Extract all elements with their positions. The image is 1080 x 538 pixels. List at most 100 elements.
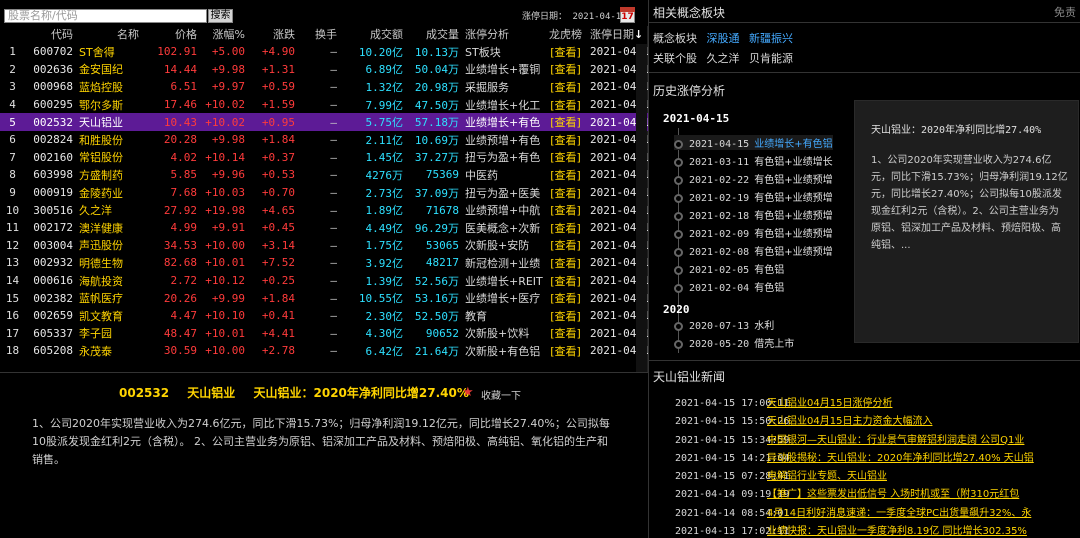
stock-name: 永茂泰 — [79, 344, 112, 358]
timeline-reason: 有色铝 — [754, 283, 785, 294]
col-header-analysis[interactable]: 涨停分析 — [462, 25, 544, 43]
table-row[interactable]: 15 002382 蓝帆医疗 20.26 +9.99 +1.84 — 10.55亿 53.16万… — [0, 289, 648, 307]
search-input[interactable]: 股票名称/代码 — [4, 9, 207, 23]
stock-change: +0.53 — [261, 168, 295, 182]
table-row[interactable]: 7 002160 常铝股份 4.02 +10.14 +0.37 — 1.45亿 37.27万 扭亏… — [0, 149, 648, 167]
table-row[interactable]: 17 605337 李子园 48.47 +10.01 +4.41 — 4.30亿 90652 次新… — [0, 325, 648, 343]
timeline-item[interactable]: 2020-07-13 水利 — [674, 317, 774, 332]
dragon-tiger-link[interactable]: [查看] — [544, 166, 590, 184]
table-row[interactable]: 4 600295 鄂尔多斯 17.46 +10.02 +1.59 — 7.99亿 47.50万业… — [0, 96, 648, 114]
dragon-tiger-link[interactable]: [查看] — [544, 289, 590, 307]
table-row[interactable]: 13 002932 明德生物 82.68 +10.01 +7.52 — 3.92亿 48217 新… — [0, 254, 648, 272]
calendar-icon[interactable]: 17 — [620, 7, 635, 23]
concept-tag[interactable]: 深股通 — [707, 32, 740, 45]
col-header-change[interactable]: 涨跌 — [248, 25, 298, 43]
favorite-button[interactable]: 收藏一下 — [481, 387, 521, 402]
dragon-tiger-link[interactable]: [查看] — [544, 307, 590, 325]
disclaimer-link[interactable]: 免责 — [1054, 4, 1076, 20]
news-item[interactable]: 2021-04-15 07:28:41电解铝行业专题、天山铝业 — [649, 467, 1080, 485]
table-row[interactable]: 6 002824 和胜股份 20.28 +9.98 +1.84 — 2.11亿 10.69万 业绩… — [0, 131, 648, 149]
col-header-change-pct[interactable]: 涨幅% — [200, 25, 248, 43]
dragon-tiger-link[interactable]: [查看] — [544, 149, 590, 167]
limit-analysis: 次新股+安防 — [465, 239, 530, 253]
dragon-tiger-link[interactable]: [查看] — [544, 131, 590, 149]
news-link[interactable]: 【推广】这些票发出低信号 入场时机或至（附310元红包 — [767, 489, 1019, 500]
news-item[interactable]: 2021-04-14 08:54:014月14日利好消息速递：一季度全球PC出货… — [649, 504, 1080, 522]
related-stock-link[interactable]: 久之洋 — [707, 52, 740, 65]
table-row[interactable]: 11 002172 澳洋健康 4.99 +9.91 +0.45 — 4.49亿 96.29万 医美… — [0, 219, 648, 237]
news-item[interactable]: 2021-04-15 15:34:59中国银河—天山铝业：行业景气审解铝利润走阔… — [649, 431, 1080, 449]
table-scrollbar[interactable] — [636, 44, 647, 372]
dragon-tiger-link[interactable]: [查看] — [544, 184, 590, 202]
dragon-tiger-link[interactable]: [查看] — [544, 43, 590, 61]
star-icon[interactable]: ★ — [462, 385, 474, 400]
news-link[interactable]: 中国银河—天山铝业：行业景气审解铝利润走阔 公司Q1业 — [767, 435, 1024, 446]
table-row[interactable]: 1 600702 ST舍得 102.91 +5.00 +4.90 — 10.20亿 10.13万… — [0, 43, 648, 61]
timeline-item[interactable]: 2021-03-11 有色铝+业绩增长 — [674, 153, 833, 168]
related-stock-link[interactable]: 贝肯能源 — [749, 52, 793, 65]
dragon-tiger-link[interactable]: [查看] — [544, 201, 590, 219]
table-row[interactable]: 14 000616 海航投资 2.72 +10.12 +0.25 — 1.39亿 52.56万业… — [0, 272, 648, 290]
dragon-tiger-link[interactable]: [查看] — [544, 219, 590, 237]
timeline-item[interactable]: 2021-02-08 有色铝+业绩预增 — [674, 243, 833, 258]
news-link[interactable]: 异动股揭秘：天山铝业：2020年净利同比增27.40% 天山铝 — [767, 453, 1034, 464]
news-item[interactable]: 2021-04-14 09:19:19【推广】这些票发出低信号 入场时机或至（附… — [649, 485, 1080, 503]
stock-amount: 6.42亿 — [365, 344, 404, 358]
news-link[interactable]: 天山铝业04月15日涨停分析 — [767, 398, 892, 409]
timeline-item[interactable]: 2021-02-04 有色铝 — [674, 279, 784, 294]
dragon-tiger-link[interactable]: [查看] — [544, 237, 590, 255]
timeline-item[interactable]: 2020-05-20 借壳上市 — [674, 335, 794, 350]
table-row[interactable]: 8 603998 方盛制药 5.85 +9.96 +0.53 — 4276万 75369 中医药 [… — [0, 166, 648, 184]
stock-name: 蓝焰控股 — [79, 80, 123, 94]
timeline-item[interactable]: 2021-02-22 有色铝+业绩预增 — [674, 171, 833, 186]
timeline-item[interactable]: 2021-02-18 有色铝+业绩预增 — [674, 207, 833, 222]
news-link[interactable]: 业绩快报：天山铝业一季度净利8.19亿 同比增长302.35% — [767, 526, 1027, 537]
news-item[interactable]: 2021-04-15 14:21:04异动股揭秘：天山铝业：2020年净利同比增… — [649, 449, 1080, 467]
stock-amount: 7.99亿 — [365, 98, 404, 112]
col-header-amount[interactable]: 成交额 — [340, 25, 406, 43]
col-header-limit-date[interactable]: 涨停日期↓ — [590, 25, 648, 43]
table-row[interactable]: 9 000919 金陵药业 7.68 +10.03 +0.70 — 2.73亿 37.09万 扭亏… — [0, 184, 648, 202]
news-link[interactable]: 4月14日利好消息速递：一季度全球PC出货量飙升32%、永 — [767, 508, 1031, 519]
detail-header: 002532 天山铝业 天山铝业：2020年净利同比增27.40% — [119, 384, 483, 401]
news-item[interactable]: 2021-04-15 15:50:26天山铝业04月15日主力资金大幅流入 — [649, 412, 1080, 430]
table-row[interactable]: 16 002659 凯文教育 4.47 +10.10 +0.41 — 2.30亿 52.50万教… — [0, 307, 648, 325]
col-header-turnover[interactable]: 换手 — [298, 25, 340, 43]
timeline-item[interactable]: 2021-02-19 有色铝+业绩预增 — [674, 189, 833, 204]
timeline-dot-icon — [674, 157, 683, 167]
table-row[interactable]: 10 300516 久之洋 27.92 +19.98 +4.65 — 1.89亿 71678 业绩… — [0, 201, 648, 219]
table-row[interactable]: 3 000968 蓝焰控股 6.51 +9.97 +0.59 — 1.32亿 20.98万 采掘服… — [0, 78, 648, 96]
news-item[interactable]: 2021-04-13 17:02:11业绩快报：天山铝业一季度净利8.19亿 同… — [649, 522, 1080, 538]
news-item[interactable]: 2021-04-15 17:00:11天山铝业04月15日涨停分析 — [649, 394, 1080, 412]
timeline-item[interactable]: 2021-04-15 业绩增长+有色铝 — [674, 135, 833, 150]
timeline-item[interactable]: 2021-02-05 有色铝 — [674, 261, 784, 276]
col-header-dragon-tiger[interactable]: 龙虎榜 — [544, 25, 590, 43]
sort-down-icon[interactable]: ↓ — [634, 28, 643, 41]
stock-volume: 90652 — [425, 326, 459, 340]
news-link[interactable]: 天山铝业04月15日主力资金大幅流入 — [767, 416, 932, 427]
table-row[interactable]: 18 605208 永茂泰 30.59 +10.00 +2.78 — 6.42亿 21.64万次… — [0, 342, 648, 360]
timeline-item[interactable]: 2021-02-09 有色铝+业绩预增 — [674, 225, 833, 240]
col-header-price[interactable]: 价格 — [142, 25, 200, 43]
news-link[interactable]: 电解铝行业专题、天山铝业 — [767, 471, 887, 482]
search-button[interactable]: 搜索 — [208, 9, 233, 23]
col-header-code[interactable]: 代码 — [28, 25, 76, 43]
table-row[interactable]: 2 002636 金安国纪 14.44 +9.98 +1.31 — 6.89亿 50.04万 业绩… — [0, 61, 648, 79]
dragon-tiger-link[interactable]: [查看] — [544, 342, 590, 360]
table-row[interactable]: 12 003004 声迅股份 34.53 +10.00 +3.14 — 1.75亿 53065 次… — [0, 237, 648, 255]
stock-turnover: — — [330, 203, 337, 217]
stock-name: 李子园 — [79, 327, 112, 341]
stock-name: 凯文教育 — [79, 309, 123, 323]
stock-volume: 10.69万 — [414, 133, 459, 147]
dragon-tiger-link[interactable]: [查看] — [544, 96, 590, 114]
dragon-tiger-link[interactable]: [查看] — [544, 113, 590, 131]
dragon-tiger-link[interactable]: [查看] — [544, 61, 590, 79]
col-header-volume[interactable]: 成交量 — [406, 25, 462, 43]
table-row[interactable]: 5 002532 天山铝业 10.43 +10.02 +0.95—5.75亿 57.18万业… — [0, 113, 648, 131]
dragon-tiger-link[interactable]: [查看] — [544, 325, 590, 343]
dragon-tiger-link[interactable]: [查看] — [544, 78, 590, 96]
concept-tag[interactable]: 新疆振兴 — [749, 32, 793, 45]
dragon-tiger-link[interactable]: [查看] — [544, 254, 590, 272]
col-header-name[interactable]: 名称 — [76, 25, 142, 43]
dragon-tiger-link[interactable]: [查看] — [544, 272, 590, 290]
